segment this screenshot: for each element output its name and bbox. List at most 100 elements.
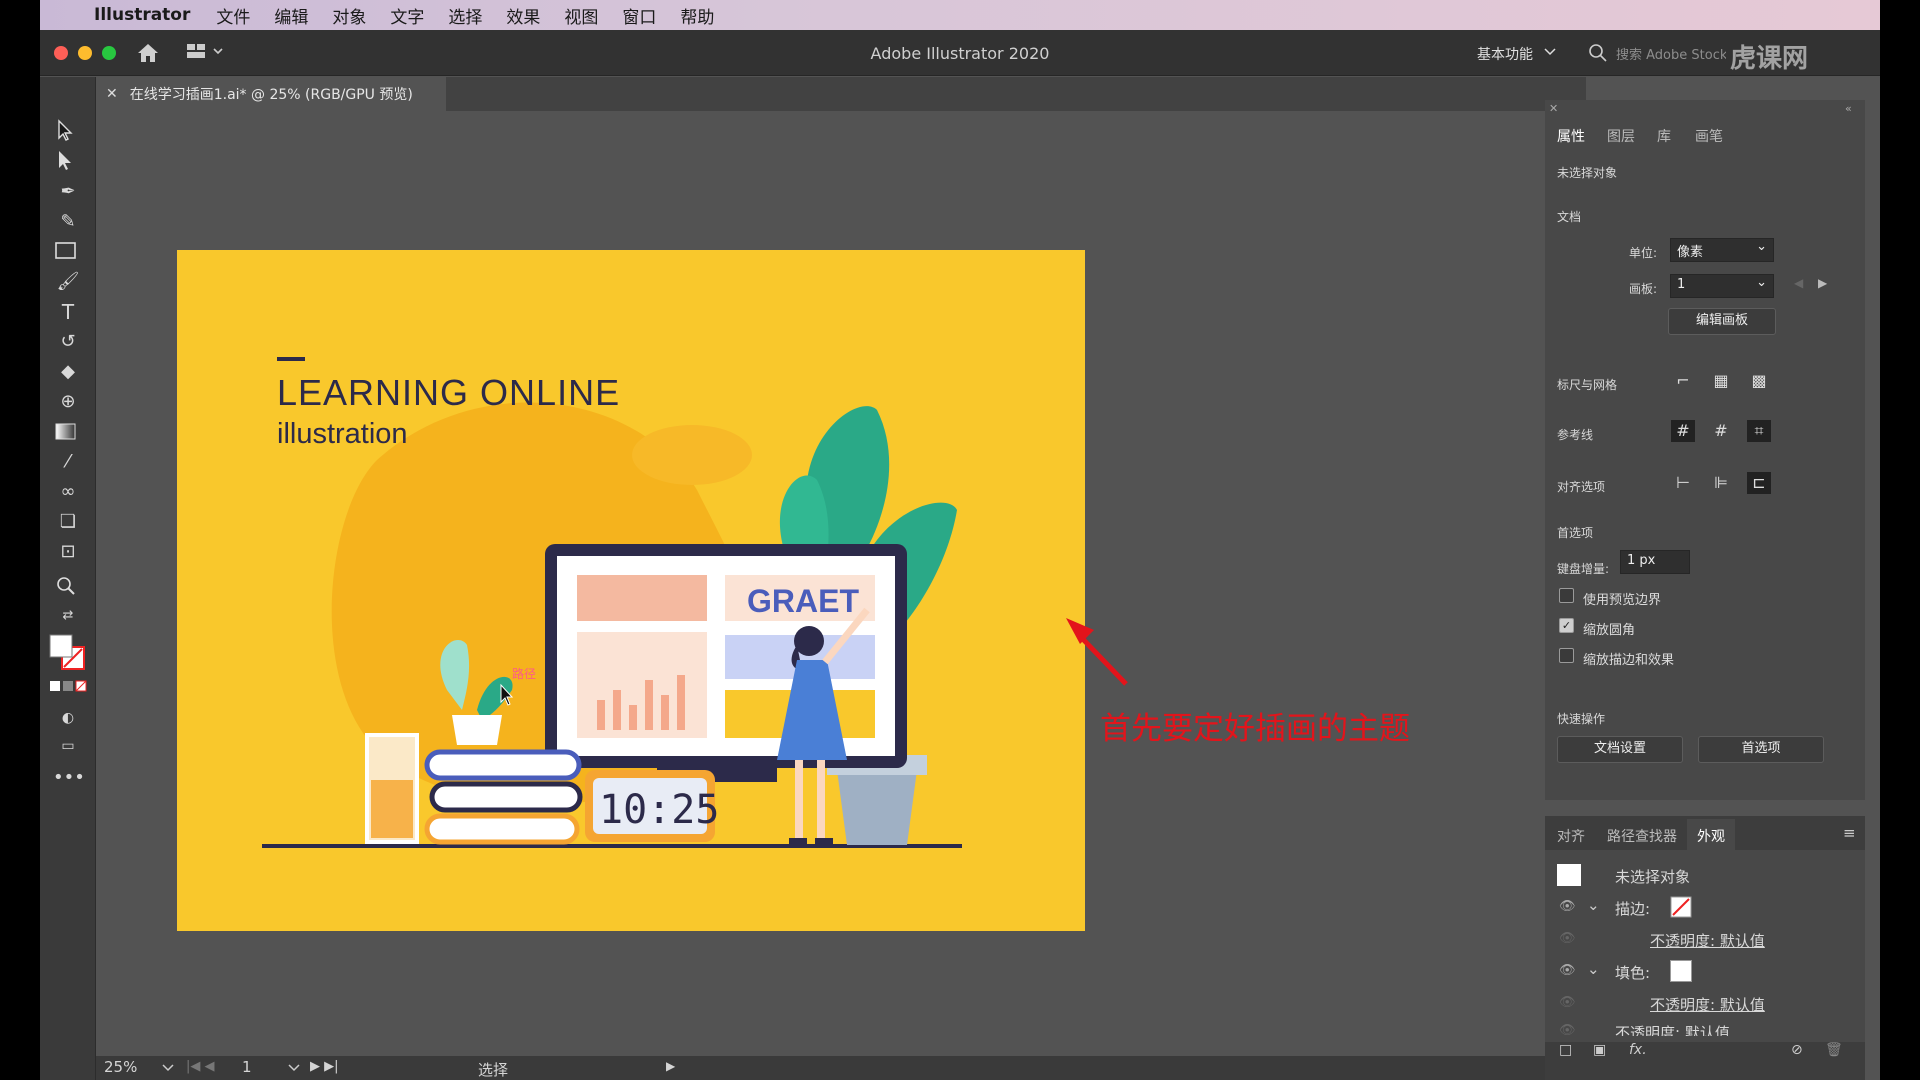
object-opacity-link[interactable]: 不透明度: 默认值: [1615, 1022, 1730, 1036]
fill-swatch[interactable]: [1670, 960, 1692, 982]
eraser-tool-icon[interactable]: ◆: [53, 359, 83, 385]
show-guides-icon[interactable]: #: [1671, 420, 1695, 442]
snap-to-point-icon[interactable]: ⊢: [1671, 472, 1695, 494]
chevron-down-icon[interactable]: ⌄: [1587, 896, 1600, 914]
clear-appearance-icon[interactable]: ⊘: [1791, 1042, 1803, 1058]
status-bar: 25% |◀ ◀ 1 ▶ ▶| 选择 ▶: [96, 1056, 1586, 1080]
tab-layers[interactable]: 图层: [1607, 126, 1635, 146]
tab-pathfinder[interactable]: 路径查找器: [1607, 826, 1677, 846]
chevron-down-icon[interactable]: ⌄: [1587, 960, 1600, 978]
snap-to-grid-icon[interactable]: ⊫: [1709, 472, 1733, 494]
next-artboard-icon[interactable]: ▶: [1818, 276, 1827, 290]
tab-brushes[interactable]: 画笔: [1695, 126, 1723, 146]
first-artboard-icon[interactable]: |◀ ◀: [186, 1059, 215, 1074]
collapse-panel-icon[interactable]: «: [1845, 102, 1852, 115]
menu-window[interactable]: 窗口: [610, 3, 668, 28]
illustrator-app: Illustrator 文件 编辑 对象 文字 选择 效果 视图 窗口 帮助 A…: [40, 0, 1880, 1080]
document-setup-button[interactable]: 文档设置: [1557, 736, 1683, 763]
tab-properties[interactable]: 属性: [1557, 126, 1585, 146]
eyedropper-tool-icon[interactable]: ⁄: [53, 449, 83, 475]
edit-artboards-button[interactable]: 编辑画板: [1668, 308, 1776, 335]
rotate-tool-icon[interactable]: ↺: [53, 329, 83, 355]
snap-to-pixel-icon[interactable]: ⊏: [1747, 472, 1771, 494]
unit-select[interactable]: 像素 ⌄: [1670, 238, 1774, 262]
stroke-opacity-link[interactable]: 不透明度: 默认值: [1650, 930, 1765, 951]
smart-guides-icon[interactable]: ⌗: [1747, 420, 1771, 442]
paintbrush-tool-icon[interactable]: 🖌: [53, 269, 83, 295]
workspace-switcher[interactable]: 基本功能: [1477, 44, 1533, 64]
scale-corners-checkbox[interactable]: ✓: [1559, 618, 1574, 633]
artboard-number-input[interactable]: 1: [242, 1058, 252, 1076]
zoom-dropdown-icon[interactable]: [162, 1064, 174, 1072]
pen-tool-icon[interactable]: ✒: [53, 179, 83, 205]
delete-item-icon[interactable]: 🗑: [1825, 1042, 1843, 1058]
add-stroke-icon[interactable]: □: [1559, 1042, 1572, 1058]
eye-icon[interactable]: 👁: [1559, 1023, 1576, 1038]
tab-libraries[interactable]: 库: [1657, 126, 1671, 146]
artboard-dropdown-icon[interactable]: [288, 1064, 300, 1072]
menu-type[interactable]: 文字: [378, 3, 436, 28]
eye-icon[interactable]: 👁: [1559, 995, 1576, 1010]
rectangle-tool-icon[interactable]: [55, 241, 77, 261]
artboard-tool-icon[interactable]: ⊡: [53, 539, 83, 565]
clock-text: 10:25: [599, 787, 719, 833]
scale-strokes-effects-checkbox[interactable]: [1559, 648, 1574, 663]
more-tools-icon[interactable]: •••: [53, 765, 85, 791]
screen-mode-icon[interactable]: ▭: [53, 733, 83, 759]
document-tab[interactable]: ✕ 在线学习插画1.ai* @ 25% (RGB/GPU 预览): [96, 77, 446, 111]
girl-head: [794, 626, 824, 656]
drawing-mode-icon[interactable]: ◐: [53, 705, 83, 731]
zoom-level[interactable]: 25%: [104, 1058, 137, 1076]
prev-artboard-icon[interactable]: ◀: [1794, 276, 1803, 290]
artboard[interactable]: GRAET 10:25 路径 LEARNING ONLINE illustrat…: [177, 250, 1085, 931]
close-panel-icon[interactable]: ✕: [1549, 102, 1558, 115]
girl-shoe-1: [789, 838, 807, 845]
menu-file[interactable]: 文件: [204, 3, 262, 28]
add-effect-icon[interactable]: fx.: [1629, 1042, 1647, 1058]
girl-shoe-2: [815, 838, 833, 845]
transparency-grid-icon[interactable]: ▩: [1747, 370, 1771, 392]
chevron-down-icon: ⌄: [1756, 275, 1767, 290]
menu-app-name[interactable]: Illustrator: [88, 5, 204, 25]
zoom-tool-icon[interactable]: [55, 575, 77, 597]
preferences-button[interactable]: 首选项: [1698, 736, 1824, 763]
use-preview-bounds-checkbox[interactable]: [1559, 588, 1574, 603]
keyboard-increment-input[interactable]: 1 px: [1620, 550, 1690, 574]
artboard-label: 画板:: [1629, 282, 1658, 296]
eye-icon[interactable]: 👁: [1559, 899, 1576, 914]
tab-align[interactable]: 对齐: [1557, 826, 1585, 846]
rulers-icon[interactable]: ⌐: [1671, 370, 1695, 392]
type-tool-icon[interactable]: T: [53, 299, 83, 325]
stroke-swatch[interactable]: [1670, 896, 1692, 918]
menu-help[interactable]: 帮助: [668, 3, 726, 28]
menu-object[interactable]: 对象: [320, 3, 378, 28]
menu-view[interactable]: 视图: [552, 3, 610, 28]
stock-search-input[interactable]: 搜索 Adobe Stock: [1616, 44, 1726, 63]
grid-icon[interactable]: ▦: [1709, 370, 1733, 392]
symbol-sprayer-tool-icon[interactable]: ❏: [53, 509, 83, 535]
lock-guides-icon[interactable]: #: [1709, 420, 1733, 442]
gradient-tool-icon[interactable]: [55, 422, 77, 442]
status-menu-icon[interactable]: ▶: [666, 1059, 675, 1073]
shape-builder-tool-icon[interactable]: ⊕: [53, 389, 83, 415]
blend-tool-icon[interactable]: ∞: [53, 479, 83, 505]
eye-icon[interactable]: 👁: [1559, 963, 1576, 978]
artboard-select[interactable]: 1 ⌄: [1670, 274, 1774, 298]
add-fill-icon[interactable]: ▣: [1593, 1042, 1606, 1058]
close-tab-icon[interactable]: ✕: [106, 86, 118, 102]
curvature-tool-icon[interactable]: ✎: [53, 209, 83, 235]
tab-appearance[interactable]: 外观: [1687, 819, 1735, 853]
menu-edit[interactable]: 编辑: [262, 3, 320, 28]
direct-selection-tool-icon[interactable]: [54, 149, 76, 171]
panel-menu-icon[interactable]: ≡: [1843, 824, 1856, 842]
next-artboard-icon[interactable]: ▶ ▶|: [310, 1059, 339, 1074]
eye-icon[interactable]: 👁: [1559, 931, 1576, 946]
fill-stroke-swatch[interactable]: [48, 633, 88, 673]
selection-tool-icon[interactable]: [54, 119, 76, 141]
menu-select[interactable]: 选择: [436, 3, 494, 28]
swap-fill-stroke-icon[interactable]: ⇄: [53, 603, 83, 629]
scale-corners-label: 缩放圆角: [1583, 623, 1636, 638]
fill-opacity-link[interactable]: 不透明度: 默认值: [1650, 994, 1765, 1015]
color-mode-icons[interactable]: [48, 679, 88, 695]
menu-effect[interactable]: 效果: [494, 3, 552, 28]
